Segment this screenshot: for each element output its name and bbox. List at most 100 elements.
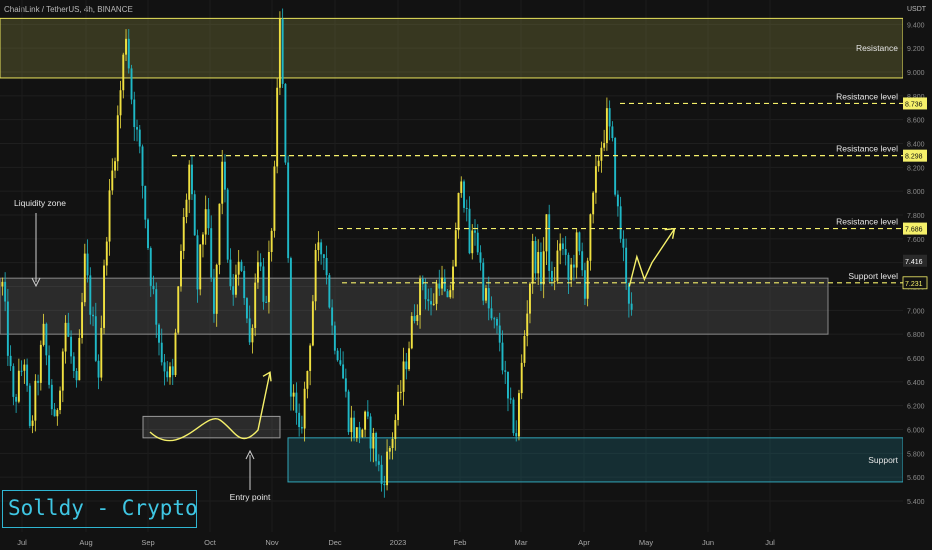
y-tick-label: 6.400 <box>907 380 925 387</box>
candle-body <box>542 251 545 285</box>
price-axis: USDT 5.400 5.600 5.800 6.000 6.200 6.400 6.600 6… <box>902 0 932 550</box>
candle-body <box>622 238 625 248</box>
candle-body <box>284 83 287 163</box>
candle-body <box>20 370 23 372</box>
candle-body <box>265 301 268 303</box>
candle-body <box>17 370 20 402</box>
candle-body <box>94 316 97 361</box>
price-axis-bg <box>903 0 932 550</box>
candle-body <box>616 194 619 207</box>
candle-body <box>446 291 449 298</box>
candle-body <box>147 219 149 249</box>
price-chart[interactable]: Resistance Liquidity zone Support Entry poi… <box>0 0 932 550</box>
candle-body <box>397 391 400 421</box>
candle-body <box>37 380 40 383</box>
candle-body <box>100 327 103 378</box>
x-tick-label: Feb <box>454 538 467 547</box>
candle-body <box>133 99 136 128</box>
candle-body <box>465 207 468 209</box>
candle-body <box>586 260 589 299</box>
entry-curve-arrow-head <box>262 371 272 382</box>
candle-body <box>53 409 56 417</box>
candle-body <box>97 360 100 378</box>
candle-body <box>611 126 614 139</box>
candle-body <box>119 90 122 116</box>
y-tick-label: 8.000 <box>907 189 925 196</box>
candle-body <box>311 301 314 346</box>
price-label: 8.736 <box>905 101 923 108</box>
candle-body <box>394 420 397 439</box>
candle-body <box>383 483 386 486</box>
currency-label: USDT <box>907 6 927 13</box>
candle-body <box>476 232 479 253</box>
candle-body <box>188 164 191 200</box>
candle-body <box>160 342 163 363</box>
candle-body <box>48 355 51 385</box>
candle-body <box>1 281 4 287</box>
candle-body <box>207 209 210 229</box>
candle-body <box>342 364 345 379</box>
candle-body <box>196 235 199 290</box>
candle-body <box>122 54 125 91</box>
candle-body <box>325 257 328 276</box>
candle-body <box>460 181 463 193</box>
candle-body <box>553 280 556 282</box>
candle-body <box>364 411 367 430</box>
level-label: Resistance level <box>836 144 898 154</box>
candle-body <box>583 270 586 299</box>
support-zone <box>287 437 904 483</box>
candle-body <box>405 361 408 370</box>
candle-body <box>229 259 232 287</box>
y-tick-label: 9.000 <box>907 70 925 77</box>
y-tick-label: 8.600 <box>907 118 925 125</box>
resistance-zone <box>0 17 904 79</box>
candle-body <box>594 166 597 193</box>
candle-body <box>45 323 48 356</box>
candle-body <box>26 364 29 386</box>
candle-body <box>482 262 485 301</box>
candle-body <box>485 288 487 301</box>
candle-body <box>234 274 237 295</box>
y-tick-label: 8.400 <box>907 142 925 149</box>
candle-body <box>608 108 611 127</box>
candle-body <box>158 324 160 343</box>
candle-body <box>490 308 493 319</box>
candle-body <box>281 18 284 84</box>
candle-body <box>103 265 106 328</box>
candle-body <box>331 307 334 326</box>
candle-body <box>34 380 37 421</box>
candle-body <box>457 192 460 231</box>
candle-body <box>270 230 273 253</box>
candle-body <box>116 115 119 162</box>
candle-body <box>317 242 320 251</box>
price-label: 7.231 <box>905 281 923 288</box>
candle-body <box>182 217 185 251</box>
candle-body <box>479 252 482 263</box>
candle-body <box>388 447 391 452</box>
candle-body <box>575 232 578 268</box>
candle-body <box>625 247 628 284</box>
candle-body <box>292 392 295 397</box>
x-tick-label: Dec <box>328 538 342 547</box>
candle-body <box>218 203 221 265</box>
candle-body <box>567 254 570 280</box>
candle-body <box>559 243 562 251</box>
candle-body <box>243 270 246 299</box>
candle-body <box>191 164 193 195</box>
candle-body <box>180 250 182 287</box>
y-tick-label: 7.800 <box>907 213 925 220</box>
candle-body <box>561 243 564 249</box>
candle-body <box>430 301 432 305</box>
candle-body <box>572 264 575 268</box>
x-tick-label: Oct <box>204 538 217 547</box>
candle-body <box>86 253 89 276</box>
candle-body <box>539 252 542 285</box>
y-tick-label: 5.800 <box>907 451 925 458</box>
y-tick-label: 7.000 <box>907 308 925 315</box>
price-label: 8.298 <box>905 154 923 161</box>
candle-body <box>487 288 490 309</box>
candle-body <box>471 230 474 254</box>
candle-body <box>169 366 171 378</box>
candle-body <box>114 161 116 171</box>
level-label: Resistance level <box>836 91 898 101</box>
